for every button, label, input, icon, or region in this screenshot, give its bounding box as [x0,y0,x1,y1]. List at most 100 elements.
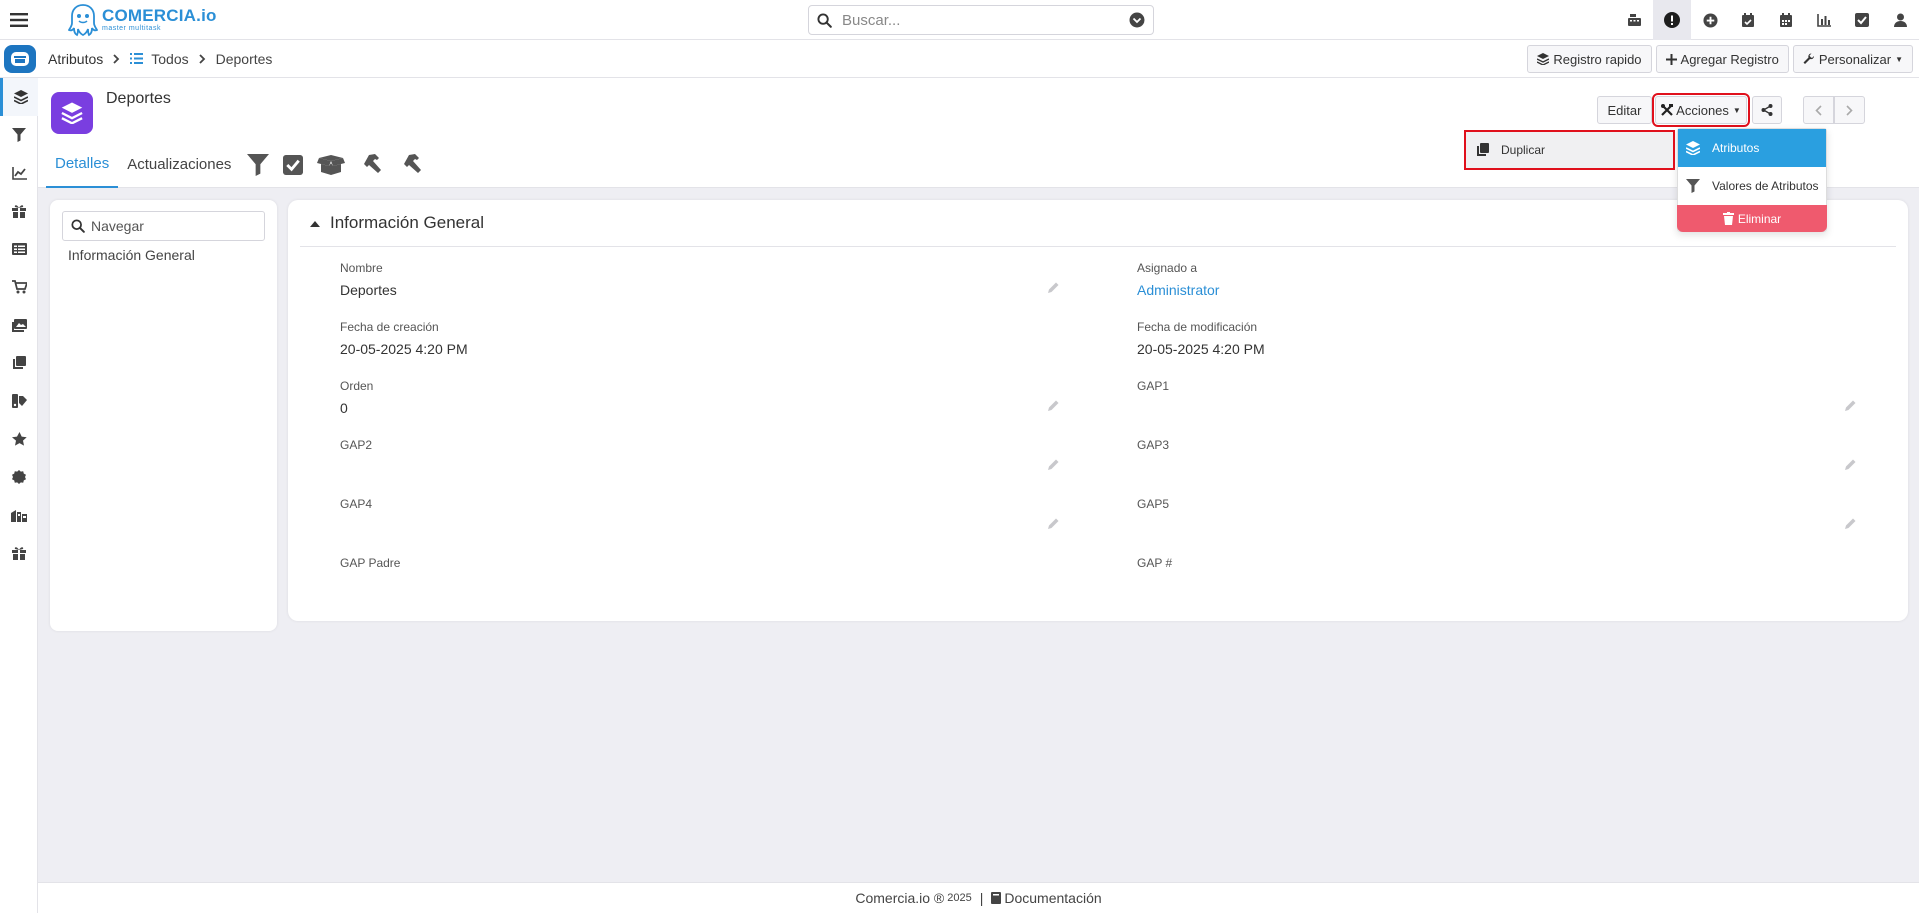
field-gap1: GAP1 [1137,379,1857,417]
actions-dropdown: Atributos Valores de Atributos Eliminar [1677,128,1827,232]
calendar-check-icon[interactable] [1729,0,1767,40]
rail-list-icon[interactable] [0,230,38,268]
pencil-icon[interactable] [1844,458,1857,471]
user-icon[interactable] [1881,0,1919,40]
pencil-icon[interactable] [1844,517,1857,530]
rail-gift-2-icon[interactable] [0,534,38,572]
layers-icon [1537,53,1550,65]
tab-hammer-icon[interactable] [352,150,392,188]
dropdown-item-atributos[interactable]: Atributos [1678,129,1826,167]
tools-icon [1661,104,1674,116]
rail-warehouse-icon[interactable] [0,496,38,534]
pencil-icon[interactable] [1047,399,1060,412]
quick-register-button[interactable]: Registro rapido [1527,45,1652,73]
caret-down-icon: ▼ [1732,105,1741,115]
tab-box-open-icon[interactable] [310,150,352,188]
left-rail [0,78,38,913]
tab-details[interactable]: Detalles [46,150,119,188]
field-nombre: Nombre Deportes [340,261,1060,299]
header-actions: Registro rapido Agregar Registro Persona… [1527,45,1913,73]
checkbox-icon[interactable] [1843,0,1881,40]
breadcrumb: Atributos Todos Deportes [48,51,272,67]
rail-cart-icon[interactable] [0,268,38,306]
search-icon [817,12,832,28]
menu-icon[interactable] [0,0,38,40]
footer: Comercia.io ® 2025 | Documentación [38,882,1919,913]
footer-year: 2025 [947,892,972,904]
edit-button[interactable]: Editar [1597,96,1652,124]
tab-updates[interactable]: Actualizaciones [118,150,240,188]
duplicate-option[interactable]: Duplicar [1464,130,1675,170]
footer-separator: | [979,890,984,906]
logo-name: COMERCIA.io [102,6,217,25]
breadcrumb-current: Deportes [215,50,273,67]
field-gap-padre: GAP Padre [340,556,401,570]
breadcrumb-list-label: Todos [151,50,189,67]
book-icon [991,892,1002,904]
rail-filter-icon[interactable] [0,116,38,154]
share-icon [1761,104,1773,116]
chevron-right-icon [113,53,120,64]
navigator-panel: Información General [50,200,277,631]
record-title: Deportes [106,90,171,107]
bar-chart-icon[interactable] [1805,0,1843,40]
navigator-link-general[interactable]: Información General [68,247,195,263]
breadcrumb-bar: Atributos Todos Deportes Registro rapido… [0,40,1919,78]
top-icon-bar [1615,0,1919,40]
dropdown-item-valores[interactable]: Valores de Atributos [1678,167,1826,205]
rail-tags-icon[interactable] [0,382,38,420]
tab-checkbox-icon[interactable] [276,150,310,188]
search-input[interactable] [842,11,1129,29]
cash-register-icon[interactable] [1615,0,1653,40]
logo-tagline: master multitask [102,25,161,32]
panel-header[interactable]: Información General [300,200,1896,247]
add-circle-icon[interactable] [1691,0,1729,40]
chevron-down-circle-icon[interactable] [1129,12,1145,28]
rail-line-chart-icon[interactable] [0,154,38,192]
pencil-icon[interactable] [1844,399,1857,412]
field-gap-numero: GAP # [1137,556,1173,570]
share-button[interactable] [1752,96,1782,124]
caret-down-icon: ▼ [1895,54,1903,64]
field-fecha-creacion: Fecha de creación 20-05-2025 4:20 PM [340,320,468,357]
logo[interactable]: COMERCIA.io master multitask [68,0,217,40]
pencil-icon[interactable] [1047,458,1060,471]
add-record-button[interactable]: Agregar Registro [1655,45,1789,73]
chevron-right-icon [198,53,206,64]
actions-button[interactable]: Acciones ▼ [1652,93,1750,127]
field-orden: Orden 0 [340,379,1060,417]
module-store-icon[interactable] [4,44,36,73]
alert-icon[interactable] [1653,0,1691,40]
octopus-logo-icon [68,3,98,36]
rail-gift-icon[interactable] [0,192,38,230]
breadcrumb-list[interactable]: Todos [130,50,189,67]
field-gap2: GAP2 [340,438,1060,476]
pencil-icon[interactable] [1047,281,1060,294]
customize-button[interactable]: Personalizar ▼ [1792,45,1913,73]
global-search [808,5,1154,35]
footer-docs-link[interactable]: Documentación [1004,890,1101,906]
rail-copy-icon[interactable] [0,344,38,382]
copy-icon [1477,143,1489,156]
rail-images-icon[interactable] [0,306,38,344]
breadcrumb-module[interactable]: Atributos [48,51,103,67]
assigned-user-link[interactable]: Administrator [1137,282,1857,299]
pencil-icon[interactable] [1047,517,1060,530]
navigator-input[interactable] [91,218,251,234]
wrench-icon [1803,53,1814,64]
field-fecha-modificacion: Fecha de modificación 20-05-2025 4:20 PM [1137,320,1265,357]
dropdown-item-eliminar[interactable]: Eliminar [1677,205,1827,232]
field-asignado: Asignado a Administrator [1137,261,1857,299]
previous-record-button[interactable] [1803,96,1834,124]
layers-icon [1686,141,1700,155]
tab-filter-icon[interactable] [240,150,276,188]
field-gap4: GAP4 [340,497,1060,535]
calendar-icon[interactable] [1767,0,1805,40]
rail-badge-icon[interactable] [0,458,38,496]
rail-star-icon[interactable] [0,420,38,458]
filter-icon [1686,179,1700,193]
tab-hammer-2-icon[interactable] [392,150,432,188]
field-gap5: GAP5 [1137,497,1857,535]
rail-layers-icon[interactable] [0,78,38,116]
next-record-button[interactable] [1834,96,1865,124]
